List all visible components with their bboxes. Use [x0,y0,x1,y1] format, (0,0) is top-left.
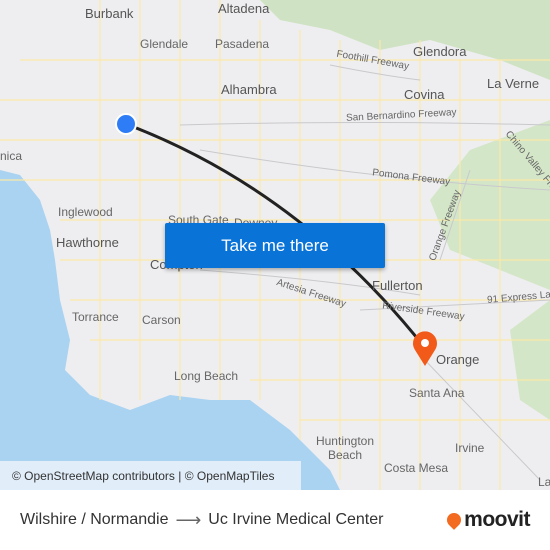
place-label: Long Beach [174,369,239,383]
origin-name: Wilshire / Normandie [20,511,169,528]
place-label: Carson [142,313,181,327]
place-label: Covina [404,87,445,102]
route-summary: Wilshire / Normandie ⟶ Uc Irvine Medical… [20,510,383,531]
place-label: nica [0,149,23,163]
brand-name: moovit [464,508,530,531]
place-label: Altadena [218,1,270,16]
place-label: Huntington Beach [315,434,375,462]
arrow-right-icon: ⟶ [175,509,202,530]
place-label: Orange [436,352,480,367]
place-label: Inglewood [58,205,113,219]
moovit-pin-icon [444,510,465,530]
map[interactable]: Burbank Altadena Glendale Pasadena Glend… [0,0,550,490]
place-label: La [538,475,550,489]
origin-marker [115,113,137,135]
place-label: Costa Mesa [384,461,449,475]
moovit-logo[interactable]: moovit [444,508,530,532]
place-label: Glendora [413,44,467,59]
destination-name: Uc Irvine Medical Center [208,511,384,528]
take-me-there-button[interactable]: Take me there [165,223,385,268]
place-label: La Verne [487,76,540,91]
place-label: Fullerton [372,278,423,293]
place-label: Irvine [455,441,485,455]
destination-marker-icon [412,331,438,366]
hills-orange [510,300,550,420]
place-label: Santa Ana [409,386,465,400]
map-attribution[interactable]: © OpenStreetMap contributors | © OpenMap… [0,461,301,490]
place-label: Burbank [85,6,134,21]
place-label: Pasadena [215,37,270,51]
place-label: Glendale [140,37,189,51]
place-label: Torrance [72,310,119,324]
place-label: Alhambra [221,82,277,97]
footer: Wilshire / Normandie ⟶ Uc Irvine Medical… [0,490,550,550]
place-label: Hawthorne [56,235,119,250]
